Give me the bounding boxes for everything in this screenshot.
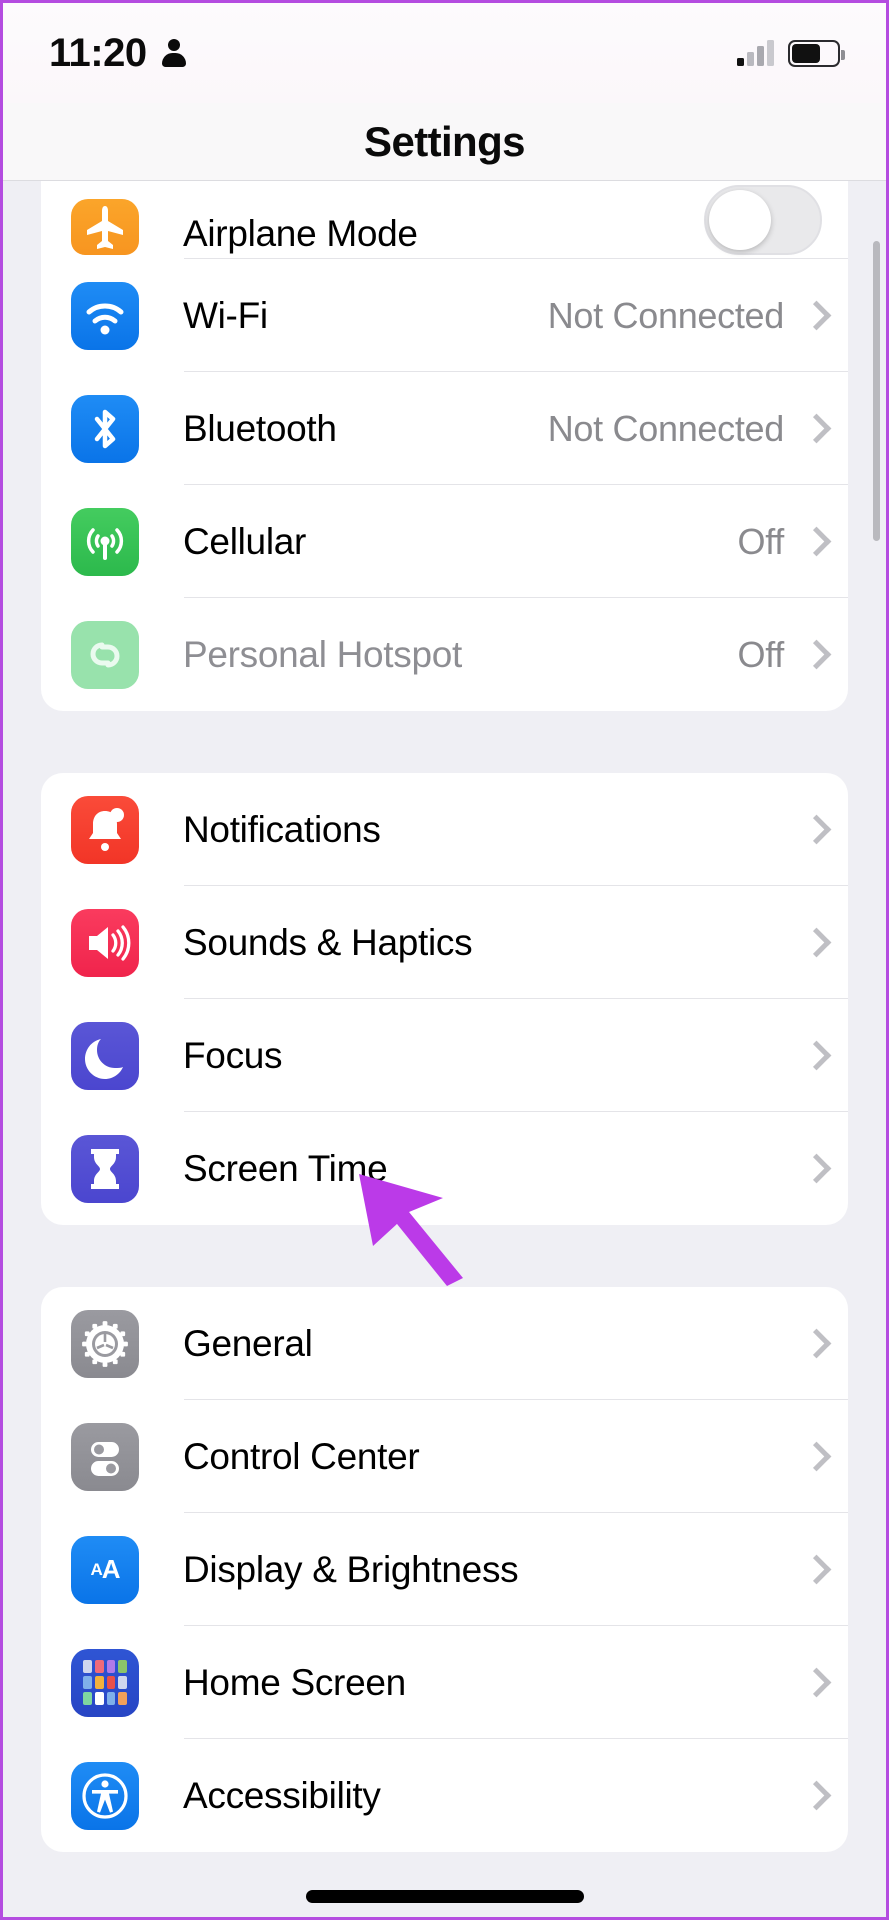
- settings-row-label: Control Center: [183, 1435, 420, 1477]
- airplane-icon: [71, 199, 139, 255]
- chevron-right-icon: [806, 1154, 822, 1184]
- accessibility-icon: [71, 1761, 139, 1830]
- settings-row-wi-fi[interactable]: Wi-Fi Not Connected: [41, 259, 848, 372]
- settings-row-value: Not Connected: [547, 407, 785, 449]
- text-size-aa-icon: AA: [71, 1535, 139, 1604]
- hourglass-icon: [71, 1134, 139, 1203]
- settings-row-sounds-haptics[interactable]: Sounds & Haptics: [41, 886, 848, 999]
- settings-row-general[interactable]: General: [41, 1287, 848, 1400]
- settings-row-focus[interactable]: Focus: [41, 999, 848, 1112]
- status-bar-right: [737, 39, 845, 67]
- settings-row-label: Personal Hotspot: [183, 633, 463, 675]
- navigation-bar: Settings: [3, 103, 886, 181]
- settings-row-display-brightness[interactable]: A A Display & Brightness: [41, 1513, 848, 1626]
- settings-row-label: Screen Time: [183, 1147, 388, 1189]
- home-indicator: [305, 1890, 584, 1903]
- settings-group-connectivity: Airplane Mode Wi-Fi Not Connected Bluetooth…: [41, 181, 848, 711]
- settings-row-label: General: [183, 1322, 313, 1364]
- chevron-right-icon: [806, 1668, 822, 1698]
- chevron-right-icon: [806, 527, 822, 557]
- settings-row-value: Off: [737, 633, 785, 675]
- chevron-right-icon: [806, 928, 822, 958]
- settings-row-label: Focus: [183, 1034, 283, 1076]
- status-bar-left: 11:20: [49, 33, 187, 73]
- settings-row-label: Accessibility: [183, 1774, 381, 1816]
- settings-scroll-area[interactable]: Airplane Mode Wi-Fi Not Connected Bluetooth…: [3, 181, 886, 1917]
- speaker-icon: [71, 908, 139, 977]
- settings-row-notifications[interactable]: Notifications: [41, 773, 848, 886]
- settings-row-label: Home Screen: [183, 1661, 406, 1703]
- settings-row-personal-hotspot[interactable]: Personal Hotspot Off: [41, 598, 848, 711]
- home-screen-grid-icon: [71, 1648, 139, 1717]
- bluetooth-icon: [71, 394, 139, 463]
- chevron-right-icon: [806, 815, 822, 845]
- chevron-right-icon: [806, 1555, 822, 1585]
- page-title: Settings: [364, 117, 525, 165]
- settings-row-control-center[interactable]: Control Center: [41, 1400, 848, 1513]
- settings-row-value: Not Connected: [547, 294, 785, 336]
- gear-icon: [71, 1309, 139, 1378]
- chevron-right-icon: [806, 1041, 822, 1071]
- status-bar: 11:20: [3, 3, 886, 103]
- settings-row-value: Off: [737, 520, 785, 562]
- settings-row-home-screen[interactable]: Home Screen: [41, 1626, 848, 1739]
- chevron-right-icon: [806, 414, 822, 444]
- toggles-icon: [71, 1422, 139, 1491]
- chevron-right-icon: [806, 1329, 822, 1359]
- chevron-right-icon: [806, 1442, 822, 1472]
- settings-group-system: General Control Center A A Display & Brightn…: [41, 1287, 848, 1852]
- notifications-bell-icon: [71, 795, 139, 864]
- cellular-signal-icon: [737, 40, 774, 66]
- chevron-right-icon: [806, 1781, 822, 1811]
- settings-row-cellular[interactable]: Cellular Off: [41, 485, 848, 598]
- settings-row-bluetooth[interactable]: Bluetooth Not Connected: [41, 372, 848, 485]
- chevron-right-icon: [806, 640, 822, 670]
- airplane-mode-toggle[interactable]: [704, 185, 822, 255]
- settings-row-label: Notifications: [183, 808, 381, 850]
- settings-group-alerts: Notifications Sounds & Haptics Focus Screen…: [41, 773, 848, 1225]
- battery-icon: [788, 39, 845, 67]
- settings-row-label: Wi-Fi: [183, 294, 268, 336]
- hotspot-icon: [71, 620, 139, 689]
- settings-row-airplane-mode[interactable]: Airplane Mode: [41, 181, 848, 259]
- settings-row-label: Sounds & Haptics: [183, 921, 473, 963]
- moon-icon: [71, 1021, 139, 1090]
- phone-screen: 11:20 Settings Airplane Mode Wi-Fi Not Con…: [0, 0, 889, 1920]
- vertical-scrollbar[interactable]: [873, 241, 880, 541]
- chevron-right-icon: [806, 301, 822, 331]
- settings-row-label: Display & Brightness: [183, 1548, 519, 1590]
- settings-row-label: Airplane Mode: [183, 213, 418, 254]
- wifi-icon: [71, 281, 139, 350]
- settings-row-label: Cellular: [183, 520, 307, 562]
- status-time: 11:20: [49, 31, 147, 75]
- person-icon: [161, 38, 187, 68]
- settings-row-accessibility[interactable]: Accessibility: [41, 1739, 848, 1852]
- cellular-icon: [71, 507, 139, 576]
- settings-row-screen-time[interactable]: Screen Time: [41, 1112, 848, 1225]
- settings-row-label: Bluetooth: [183, 407, 337, 449]
